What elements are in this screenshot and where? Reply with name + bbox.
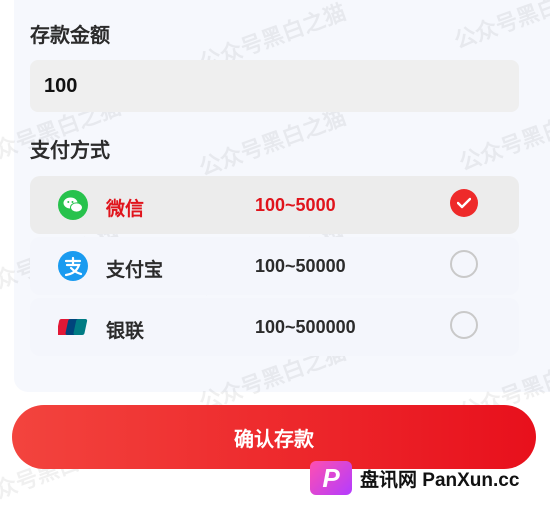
payment-option-name: 支付宝 [106,260,164,281]
payment-option-unionpay[interactable]: 银联 100~500000 [30,298,519,356]
brand-watermark: P 盘讯网 PanXun.cc [310,458,519,498]
unionpay-icon [58,319,88,335]
payment-option-alipay[interactable]: 支付宝 100~50000 [30,237,519,295]
payment-option-range: 100~5000 [255,195,336,215]
amount-label: 存款金额 [30,25,110,47]
payment-option-name: 银联 [106,321,145,342]
radio-unchecked-icon[interactable] [450,250,478,278]
radio-unchecked-icon[interactable] [450,311,478,339]
payment-option-range: 100~50000 [255,256,346,276]
wechat-icon [58,190,88,220]
brand-logo: P [310,461,352,495]
payment-option-wechat[interactable]: 微信 100~5000 [30,176,519,234]
payment-option-name: 微信 [106,199,145,220]
alipay-icon [58,251,88,281]
amount-input[interactable]: 100 [30,60,519,112]
payment-option-range: 100~500000 [255,317,356,337]
payment-method-label: 支付方式 [30,140,110,162]
check-icon[interactable] [450,189,478,217]
brand-text: 盘讯网 PanXun.cc [360,469,520,491]
